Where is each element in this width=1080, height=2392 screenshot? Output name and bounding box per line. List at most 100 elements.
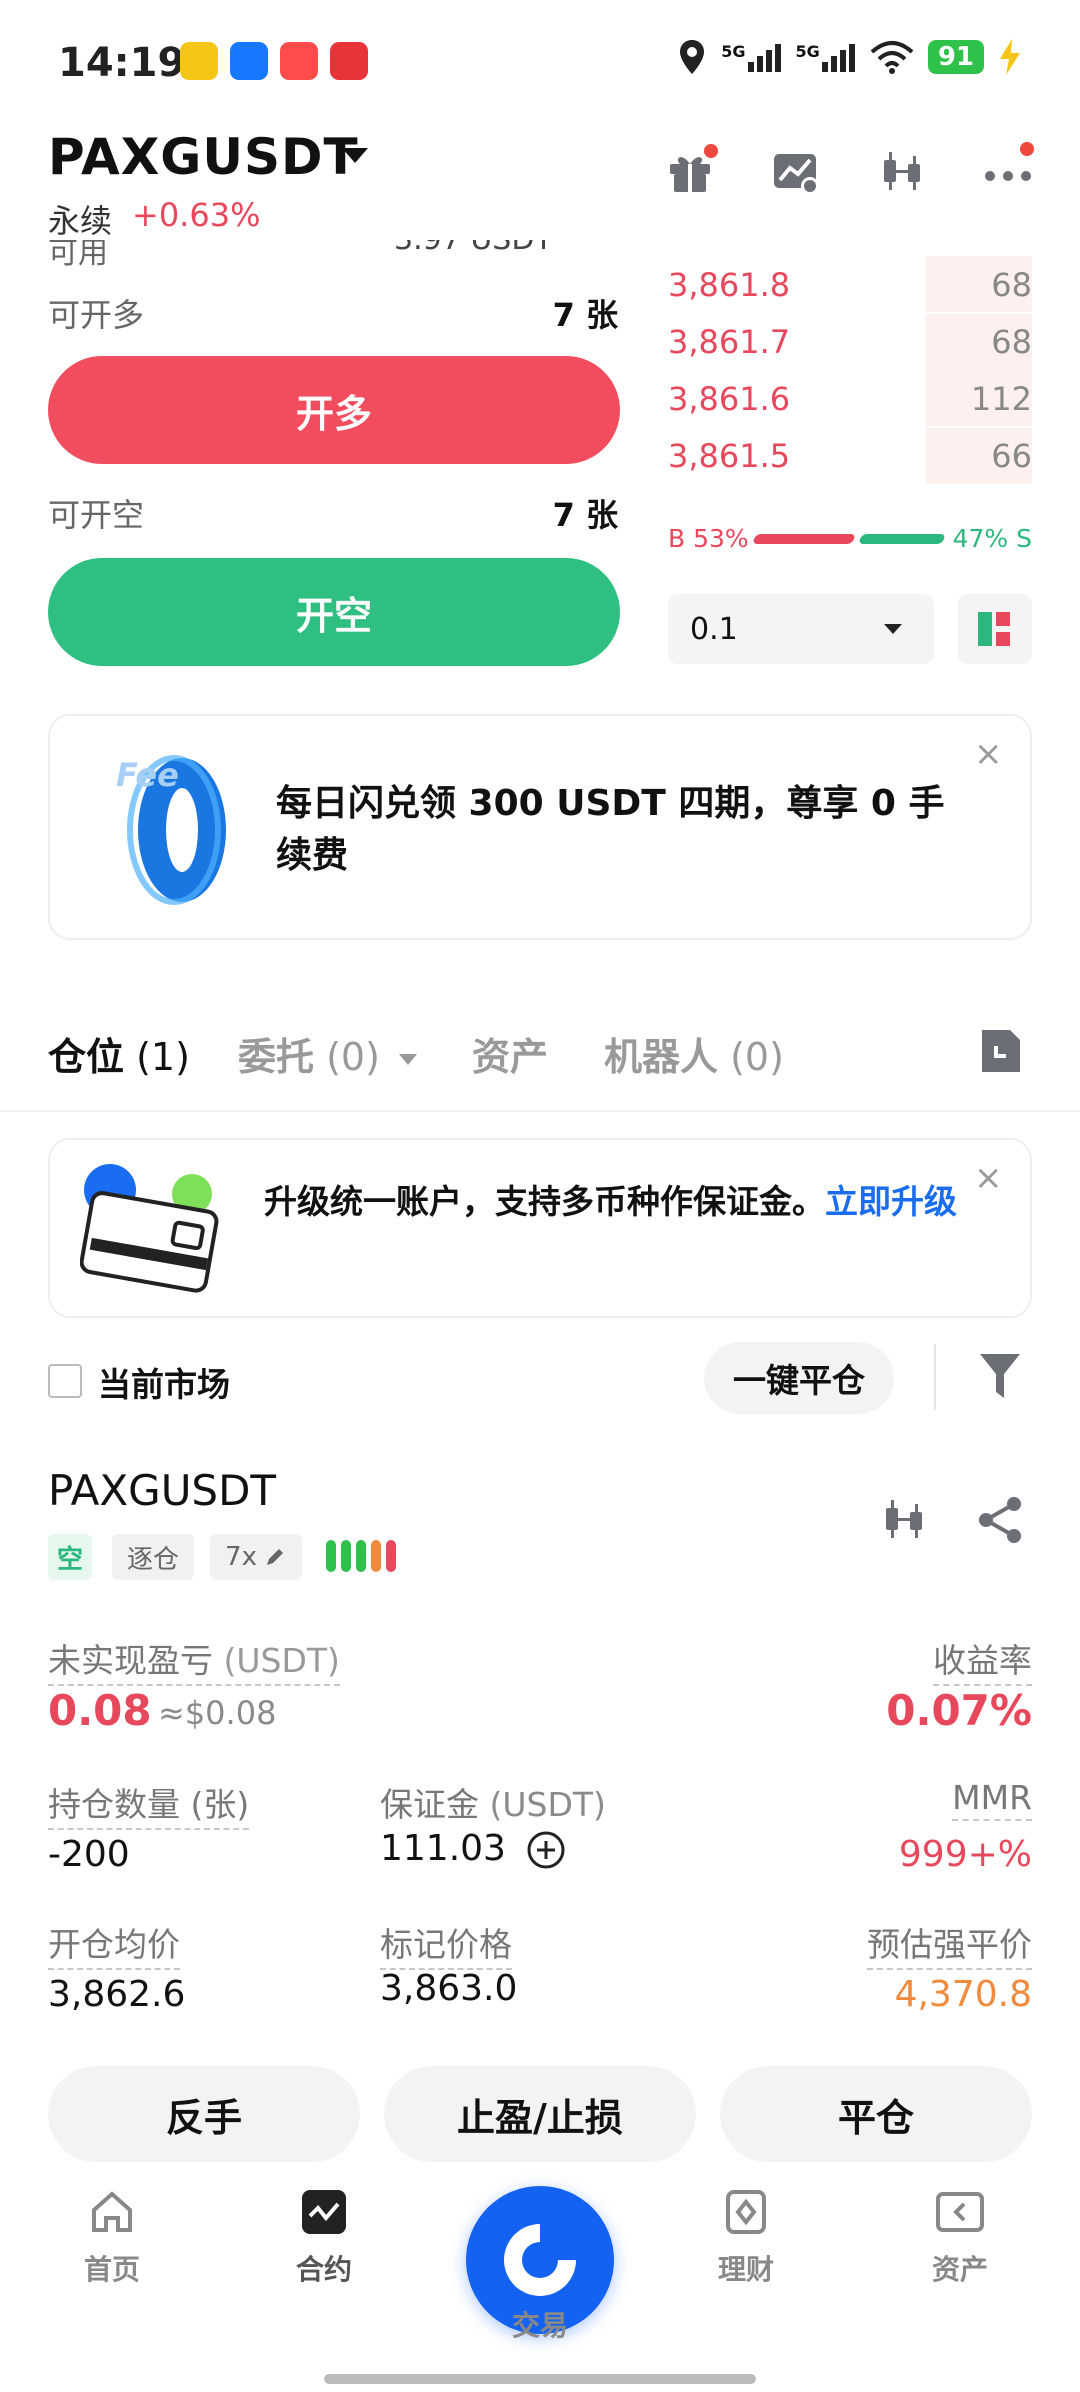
long-available-label: 可开多 [48,296,145,334]
mmr-value: 999+% [898,1834,1032,1875]
available-value: 3.97 USDT [394,222,553,257]
more-icon[interactable] [984,142,1034,196]
leverage-tag[interactable]: 7x [210,1534,302,1580]
tab-positions[interactable]: 仓位 (1) [48,1026,190,1081]
open-short-button[interactable]: 开空 [48,558,620,666]
reverse-button[interactable]: 反手 [48,2066,360,2162]
ask-qty: 68 [991,323,1032,361]
mark-price-label[interactable]: 标记价格 [380,1918,512,1970]
price-change: +0.63% [132,196,261,234]
position-qty-value: -200 [48,1834,130,1875]
entry-price-value: 3,862.6 [48,1974,186,2015]
filter-icon[interactable] [978,1352,1022,1402]
app-notification-icon [330,42,368,80]
symbol-selector[interactable]: PAXGUSDT [48,128,359,186]
ask-qty: 66 [991,437,1032,475]
ask-price[interactable]: 3,861.6 [668,380,790,418]
tab-divider [0,1110,1080,1112]
close-position-button[interactable]: 平仓 [720,2066,1032,2162]
caret-down-icon [884,624,902,634]
add-margin-icon[interactable] [526,1830,566,1870]
entry-price-label[interactable]: 开仓均价 [48,1918,180,1970]
candlestick-icon[interactable] [878,148,926,196]
futures-icon [302,2190,346,2234]
ask-qty: 68 [991,266,1032,304]
promo-text: 每日闪兑领 300 USDT 四期，尊享 0 手续费 [276,783,945,876]
ask-price[interactable]: 3,861.5 [668,437,790,475]
home-indicator [324,2374,756,2384]
charging-icon [1000,39,1020,75]
wallet-icon [936,2192,984,2232]
position-symbol[interactable]: PAXGUSDT [48,1466,276,1515]
nav-futures[interactable]: 合约 [264,2188,384,2288]
orderbook-layout-button[interactable] [958,594,1032,664]
depth-precision-value: 0.1 [690,611,738,647]
home-icon [92,2191,132,2232]
sell-ratio: 47% S [952,524,1032,553]
alipay-icon [230,42,268,80]
gift-icon[interactable] [666,144,718,196]
caret-down-icon [399,1054,418,1065]
tpsl-button[interactable]: 止盈/止损 [384,2066,696,2162]
app-notification-icon [180,42,218,80]
wallet-icon [80,1164,219,1293]
margin-value: 111.03 [380,1828,506,1869]
signal-icon: 5G [796,42,856,72]
header-actions [666,142,1034,196]
roe-value: 0.07% [886,1686,1032,1735]
caret-down-icon[interactable] [342,148,368,163]
upgrade-now-link[interactable]: 立即升级 [825,1182,957,1221]
wifi-icon [870,41,914,74]
signal-icon: 5G [721,42,781,72]
depth-precision-select[interactable]: 0.1 [668,594,934,664]
position-qty-label[interactable]: 持仓数量 (张) [48,1778,250,1830]
ask-price[interactable]: 3,861.7 [668,323,790,361]
app-notification-icon [280,42,318,80]
side-tag: 空 [48,1534,92,1580]
tab-orders[interactable]: 委托 (0) [238,1026,418,1081]
svg-text:Fee: Fee [116,756,179,794]
liquidation-price-label[interactable]: 预估强平价 [867,1918,1032,1970]
share-icon[interactable] [976,1496,1024,1544]
notification-app-icons [180,42,368,80]
contract-type: 永续 [48,202,113,240]
margin-mode-tag: 逐仓 [112,1534,194,1580]
current-market-label[interactable]: 当前市场 [98,1358,230,1406]
nav-trade-label[interactable]: 交易 [480,2304,600,2344]
upgrade-close-icon[interactable]: × [974,1158,1003,1198]
earn-icon [726,2190,766,2234]
upgrade-text: 升级统一账户，支持多币种作保证金。立即升级 [264,1182,957,1221]
zero-fee-icon: Fee [116,755,226,905]
current-market-checkbox[interactable] [48,1364,82,1398]
divider [934,1344,936,1410]
margin-label: 保证金 (USDT) [380,1785,606,1824]
chart-settings-icon[interactable] [772,148,820,196]
long-available-value: 7 张 [552,296,618,334]
unrealized-pnl-label[interactable]: 未实现盈亏 (USDT) [48,1634,340,1686]
sell-ratio-bar [858,534,946,544]
open-long-button[interactable]: 开多 [48,356,620,464]
short-available-value: 7 张 [552,496,618,534]
status-time: 14:19 [58,40,186,86]
ask-price[interactable]: 3,861.8 [668,266,790,304]
nav-assets[interactable]: 资产 [900,2188,1020,2288]
promo-close-icon[interactable]: × [974,734,1003,774]
mmr-label[interactable]: MMR [952,1778,1032,1821]
battery-indicator: 91 [927,40,984,74]
buy-ratio: B 53% [668,524,749,553]
roe-label[interactable]: 收益率 [933,1634,1032,1686]
location-icon [680,40,705,74]
nav-home[interactable]: 首页 [52,2188,172,2288]
mark-price-value: 3,863.0 [380,1968,518,2009]
close-all-button[interactable]: 一键平仓 [704,1342,894,1414]
edit-icon [266,1549,283,1565]
liquidation-price-value: 4,370.8 [894,1974,1032,2015]
short-available-label: 可开空 [48,496,145,534]
candlestick-icon[interactable] [880,1496,928,1544]
risk-level-indicator [326,1540,396,1572]
tab-bots[interactable]: 机器人 (0) [604,1026,784,1081]
order-history-icon[interactable] [978,1026,1024,1076]
tab-assets[interactable]: 资产 [472,1026,548,1081]
nav-earn[interactable]: 理财 [686,2188,806,2288]
ask-qty: 112 [970,380,1032,418]
